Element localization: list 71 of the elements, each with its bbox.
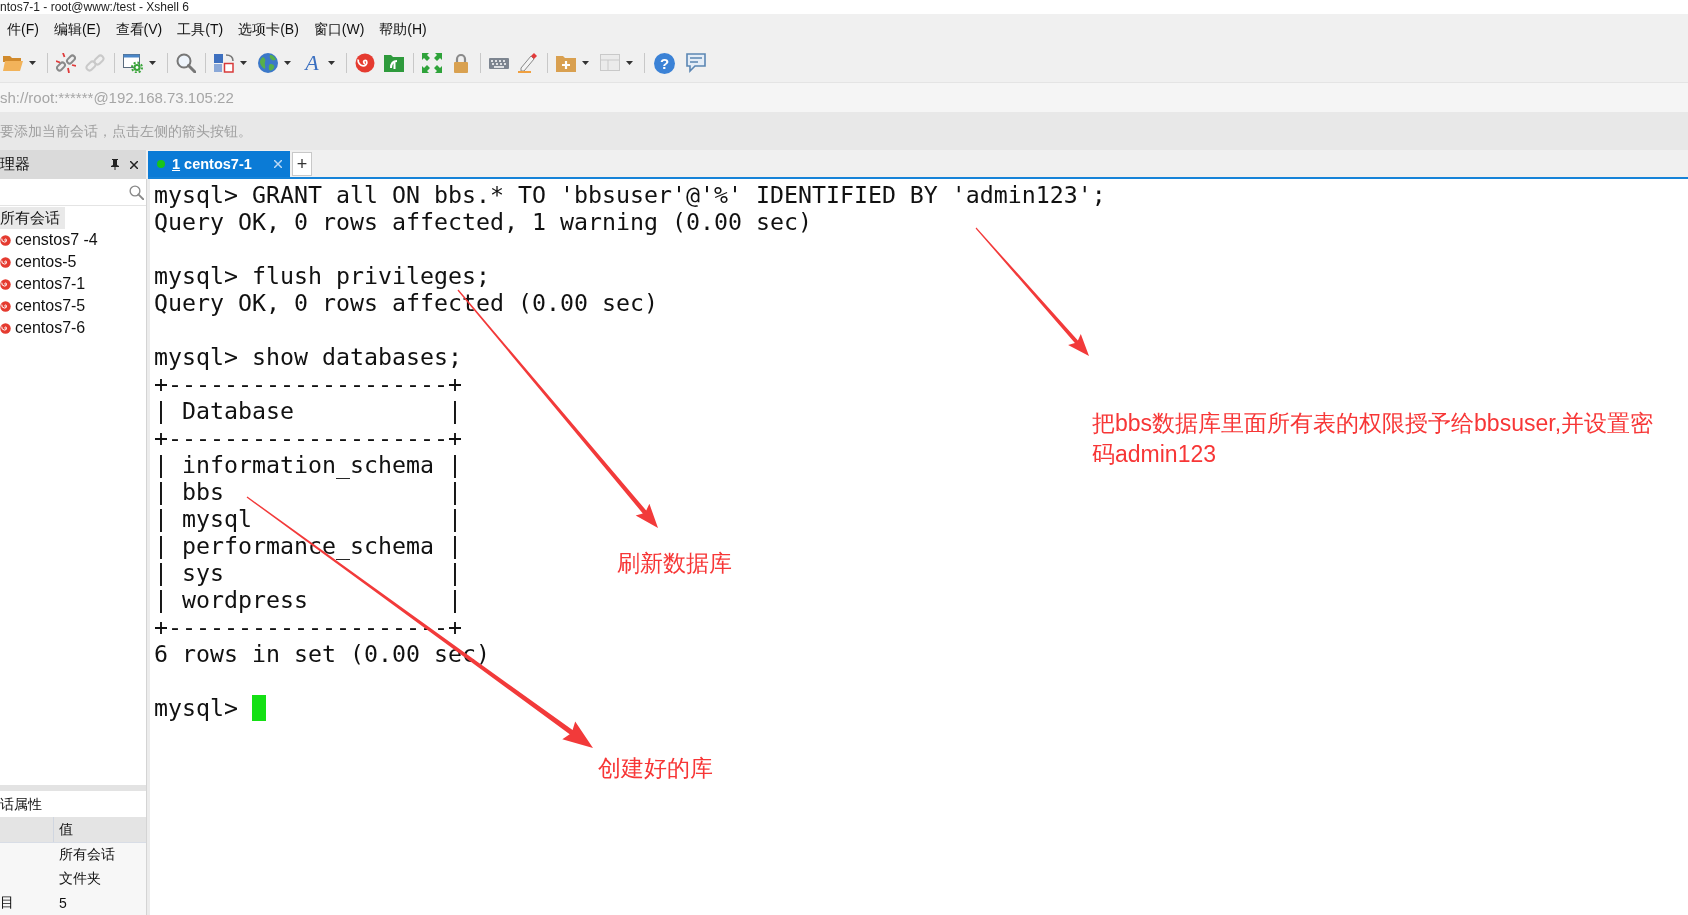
- caret-icon: [149, 61, 156, 65]
- menu-item[interactable]: 窗口(W): [306, 18, 372, 40]
- window-gear-icon: [123, 53, 143, 73]
- help-button[interactable]: ?: [654, 52, 675, 74]
- search-icon: [176, 53, 196, 73]
- tree-item[interactable]: centos7-6: [0, 317, 91, 339]
- toolbar-button[interactable]: [683, 51, 709, 75]
- terminal-line: +--------------------+: [154, 370, 462, 397]
- table-cell-text: 5: [58, 895, 67, 911]
- table-cell-text: 所有会话: [58, 846, 115, 864]
- pin-icon[interactable]: [111, 159, 119, 170]
- menu-item[interactable]: 帮助(H): [372, 18, 434, 40]
- terminal-line: | wordpress |: [154, 586, 462, 613]
- terminal-line: Query OK, 0 rows affected, 1 warning (0.00 sec): [154, 208, 812, 235]
- menu-item[interactable]: 选项卡(B): [231, 18, 306, 40]
- terminal-line: mysql> show databases;: [154, 343, 462, 370]
- caret-icon: [328, 61, 335, 65]
- folder-icon: [384, 53, 404, 73]
- annotation-text: 刷新数据库: [617, 549, 732, 578]
- menu-item[interactable]: 件(F): [0, 18, 46, 40]
- terminal-line: mysql> GRANT all ON bbs.* TO 'bbsuser'@'%' IDENTIFIED BY 'admin123';: [154, 181, 1106, 208]
- new-tab-button[interactable]: +: [292, 152, 312, 176]
- terminal-line: mysql>: [154, 694, 238, 721]
- table-cell-text: 文件夹: [58, 870, 101, 888]
- expand-icon: [422, 53, 442, 73]
- chat-icon: [686, 53, 706, 73]
- terminal-line: | bbs |: [154, 478, 462, 505]
- caret-icon: [29, 61, 36, 65]
- broken-chain-icon: [56, 53, 76, 73]
- panel-title: 理器: [0, 155, 31, 174]
- tree-item[interactable]: 所有会话: [0, 207, 65, 229]
- folder-plus-icon: [556, 53, 576, 73]
- caret-icon: [582, 61, 589, 65]
- hint-text: 要添加当前会话，点击左侧的箭头按钮。: [0, 123, 252, 139]
- terminal-line: | sys |: [154, 559, 462, 586]
- caret-icon: [240, 61, 247, 65]
- panel-title: 话属性: [0, 796, 42, 812]
- session-tab[interactable]: 1 centos7-1: [148, 151, 290, 177]
- pen-icon: [518, 53, 538, 73]
- chain-icon: [85, 53, 105, 73]
- terminal-line: mysql> flush privileges;: [154, 262, 490, 289]
- menu-item[interactable]: 工具(T): [170, 18, 231, 40]
- search-icon: [129, 184, 144, 200]
- grid-icon: [600, 53, 620, 73]
- tree-item[interactable]: centos-5: [0, 251, 82, 273]
- caret-icon: [626, 61, 633, 65]
- window-title: ntos7-1 - root@www:/test - Xshell 6: [0, 0, 189, 14]
- globe-icon: [258, 53, 278, 73]
- menu-item[interactable]: 编辑(E): [46, 18, 108, 40]
- annotation-text: 把bbs数据库里面所有表的权限授予给bbsuser,并设置密码admin123: [1092, 409, 1655, 469]
- tiles-icon: [214, 53, 234, 73]
- column-header: 值: [58, 820, 73, 839]
- folder-icon: [3, 53, 23, 73]
- table-cell: 目: [0, 894, 14, 912]
- terminal-line: | Database |: [154, 397, 462, 424]
- terminal-line: | information_schema |: [154, 451, 462, 478]
- toolbar-button[interactable]: A: [299, 51, 340, 75]
- tree-item[interactable]: censtos7 -4: [0, 229, 103, 251]
- terminal-line: | mysql |: [154, 505, 462, 532]
- spiral-icon: [355, 53, 375, 73]
- menu-item[interactable]: 查看(V): [108, 18, 170, 40]
- cursor-icon: [252, 694, 266, 721]
- lock-icon: [451, 53, 471, 73]
- annotation-text: 创建好的库: [598, 754, 713, 783]
- toolbar-button[interactable]: [419, 51, 445, 75]
- toolbar-button[interactable]: [53, 51, 79, 75]
- caret-icon: [284, 61, 291, 65]
- tree-item[interactable]: centos7-1: [0, 273, 91, 295]
- close-icon[interactable]: [130, 160, 138, 169]
- terminal-line: +--------------------+: [154, 424, 462, 451]
- tree-item[interactable]: centos7-5: [0, 295, 91, 317]
